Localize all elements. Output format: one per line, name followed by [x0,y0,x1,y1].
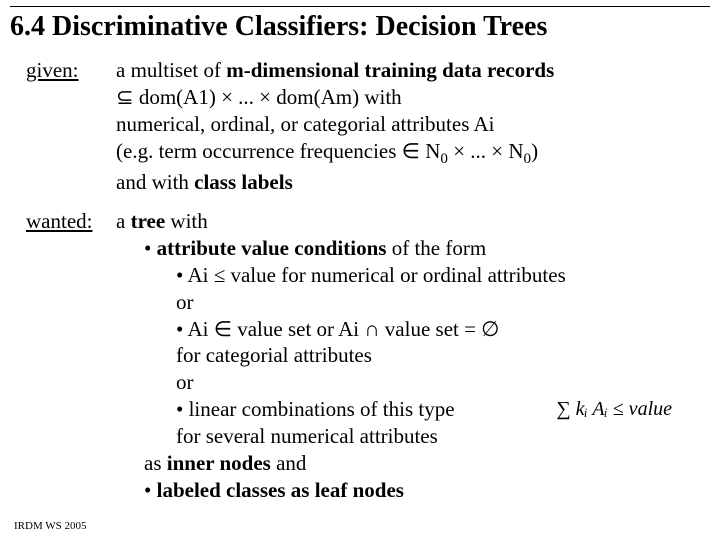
footer-text: IRDM WS 2005 [14,520,87,532]
wanted-l2b: attribute value conditions [157,236,387,260]
wanted-label: wanted: [10,208,116,235]
given-l5b: class labels [194,170,293,194]
wanted-l7: or [116,369,710,396]
formula-sum: ∑ kᵢ Aᵢ ≤ value [556,397,710,423]
wanted-l2a: • [144,236,157,260]
given-l4a: (e.g. term occurrence frequencies ∈ N [116,139,440,163]
wanted-l1a: a [116,209,131,233]
given-l1b: m-dimensional training data records [226,58,554,82]
given-l3: numerical, ordinal, or categorial attrib… [116,111,710,138]
wanted-l10c: and [271,451,307,475]
wanted-l11a: • [144,478,157,502]
wanted-l5: • Ai ∈ value set or Ai ∩ value set = ∅ [116,316,710,343]
given-block: given: a multiset of m-dimensional train… [10,57,710,196]
wanted-l8: • linear combinations of this type [176,396,455,423]
page-title: 6.4 Discriminative Classifiers: Decision… [10,6,710,43]
given-l4d: 0 [524,151,532,167]
wanted-body: a tree with • attribute value conditions… [116,208,710,504]
given-l1a: a multiset of [116,58,226,82]
given-label: given: [10,57,116,84]
wanted-l10a: as [144,451,167,475]
given-l2: ⊆ dom(A1) × ... × dom(Am) with [116,84,710,111]
given-body: a multiset of m-dimensional training dat… [116,57,710,196]
given-l4c: × ... × N [448,139,524,163]
given-l5a: and with [116,170,194,194]
wanted-l4: or [116,289,710,316]
wanted-l10b: inner nodes [167,451,271,475]
wanted-block: wanted: a tree with • attribute value co… [10,208,710,504]
wanted-l11b: labeled classes as leaf nodes [157,478,404,502]
wanted-l1c: with [165,209,208,233]
wanted-l2c: of the form [386,236,486,260]
given-l4b: 0 [440,151,448,167]
wanted-l1b: tree [131,209,166,233]
wanted-l6: for categorial attributes [116,342,710,369]
wanted-l9: for several numerical attributes [116,423,710,450]
wanted-l3: • Ai ≤ value for numerical or ordinal at… [116,262,710,289]
given-l4e: ) [531,139,538,163]
